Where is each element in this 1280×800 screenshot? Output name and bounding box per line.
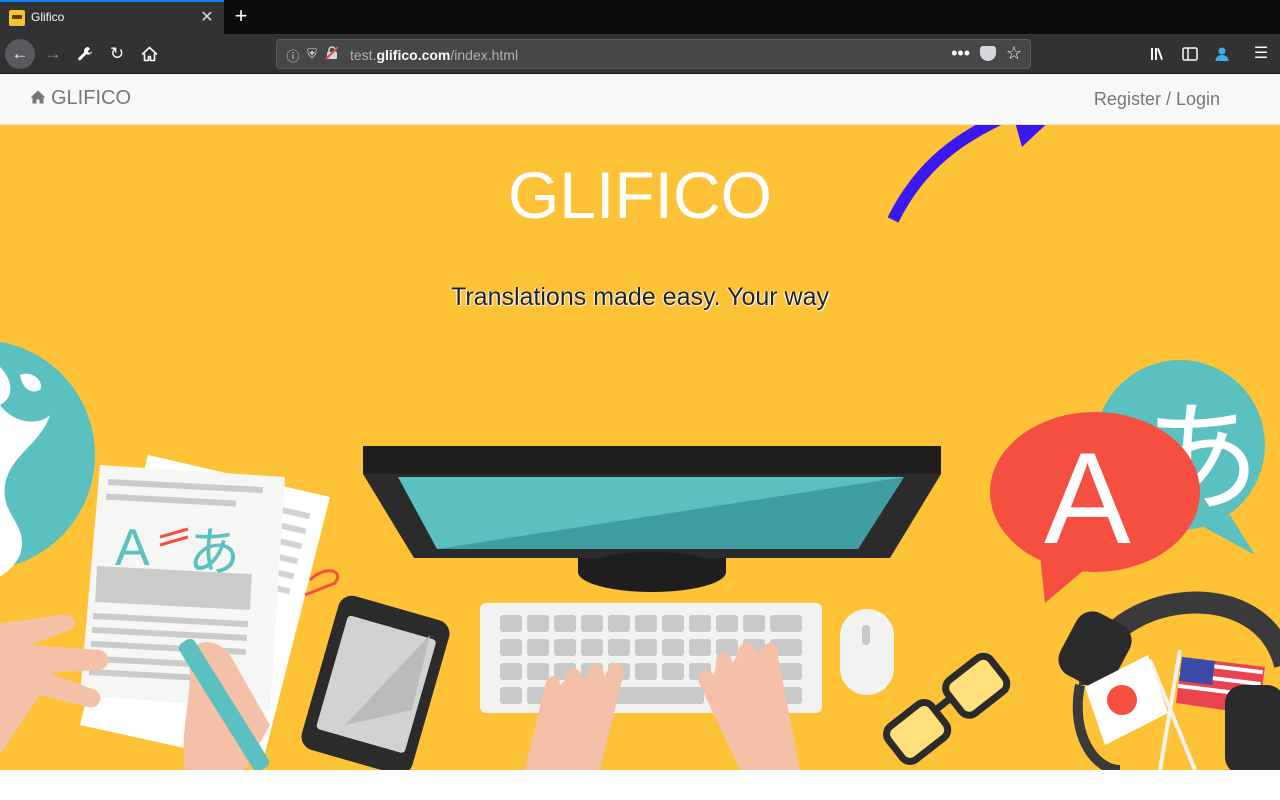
navigation-toolbar: ← → ↻ ⓘ ⛨ test.glifico.com/index.html ••…: [0, 34, 1280, 86]
brand-link[interactable]: GLIFICO: [30, 87, 131, 110]
tab-title: Glifico: [31, 10, 65, 24]
paper-letter-jp: あ: [188, 523, 240, 583]
headphones-illustration: [1058, 591, 1280, 770]
bookmark-star-icon[interactable]: ☆: [1006, 43, 1022, 64]
tab-glifico[interactable]: Glifico ✕: [0, 0, 224, 34]
keyboard-illustration: [480, 603, 822, 770]
info-icon[interactable]: ⓘ: [285, 46, 301, 65]
home-icon: [30, 89, 47, 109]
hero-banner: A あ あ A GLIFICO Translations made easy. …: [0, 125, 1280, 770]
favicon-icon: [9, 10, 25, 26]
pocket-icon[interactable]: [980, 46, 996, 61]
hero-title: GLIFICO: [507, 158, 773, 232]
speech-bubbles-illustration: あ A: [990, 360, 1265, 603]
wrench-icon[interactable]: [70, 39, 100, 69]
bubble-a-letter: A: [1044, 425, 1131, 571]
shield-icon[interactable]: ⛨: [304, 46, 320, 62]
insecure-lock-icon[interactable]: [324, 46, 340, 63]
home-button[interactable]: [134, 39, 164, 69]
brand-name: GLIFICO: [51, 87, 132, 109]
register-login-link[interactable]: Register / Login: [1094, 89, 1220, 110]
forward-button[interactable]: →: [38, 39, 68, 69]
url-text[interactable]: test.glifico.com/index.html: [350, 47, 518, 63]
page-actions-icon[interactable]: •••: [951, 43, 970, 64]
tab-bar: Glifico ✕ +: [0, 0, 1280, 34]
glasses-illustration: [883, 652, 1011, 765]
reload-button[interactable]: ↻: [102, 39, 132, 69]
hero-subtitle: Translations made easy. Your way: [451, 283, 829, 311]
hamburger-menu-icon[interactable]: ☰: [1246, 39, 1276, 69]
paper-letter-a: A: [115, 519, 150, 577]
monitor-illustration: [363, 446, 941, 592]
close-tab-icon[interactable]: ✕: [198, 7, 216, 27]
site-navbar: GLIFICO Register / Login: [0, 74, 1280, 125]
back-button[interactable]: ←: [5, 39, 35, 69]
page-bottom: [0, 770, 1280, 800]
mouse-illustration: [840, 609, 894, 695]
sidebar-icon[interactable]: [1175, 39, 1205, 69]
phone-illustration: [301, 595, 450, 770]
globe-illustration: [0, 341, 95, 577]
library-icon[interactable]: [1143, 39, 1173, 69]
new-tab-button[interactable]: +: [229, 3, 253, 29]
address-bar[interactable]: ⓘ ⛨ test.glifico.com/index.html ••• ☆: [276, 39, 1031, 69]
account-icon[interactable]: [1207, 39, 1237, 69]
